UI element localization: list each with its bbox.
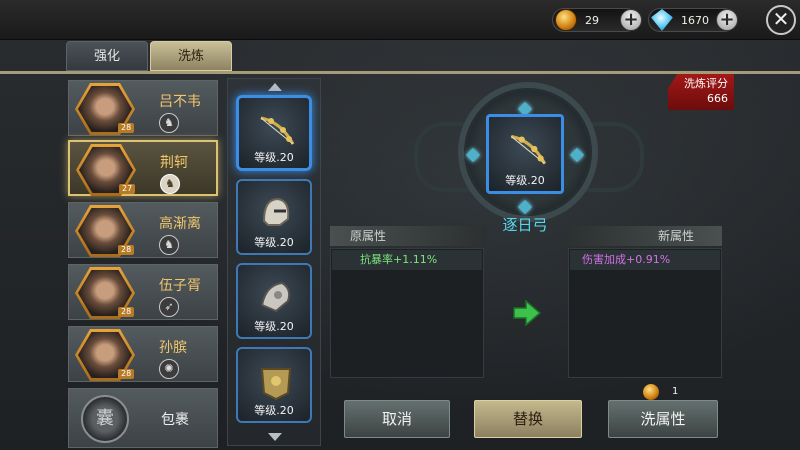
arrow-right-icon [513,299,542,327]
bag-icon: 囊 [81,395,129,443]
equip-slot-bow[interactable]: 等级.20 [236,95,312,171]
old-attributes-panel: 抗暴率+1.11% [330,248,484,378]
scroll-down-icon[interactable] [268,433,282,441]
hero-level: 28 [118,369,135,379]
diamond-count: 1670 [681,13,709,27]
add-gold-button[interactable]: + [620,9,642,31]
armor-icon [260,368,292,401]
equip-level: 等级.20 [254,320,294,333]
hero-item[interactable]: 28 伍子胥 ➶ [68,264,218,320]
hero-name: 高渐离 [159,216,201,232]
hero-name: 荆轲 [160,155,188,171]
selected-item-level: 等级.20 [505,174,545,187]
refine-attributes-button[interactable]: 洗属性 [608,400,718,438]
bag-label: 包裹 [161,412,189,428]
tab-strengthen[interactable]: 强化 [66,41,148,71]
tab-refine[interactable]: 洗炼 [150,41,232,71]
selected-item-name: 逐日弓 [502,216,548,234]
equipment-list: 等级.20 等级.20 等级.20 等级.20 [227,78,321,446]
horse-class-icon: ♞ [160,174,180,194]
pauldron-icon [260,281,291,313]
old-attribute-value: 抗暴率+1.11% [332,250,482,270]
hero-item[interactable]: 28 孙膑 ✺ [68,326,218,382]
equip-slot-armor[interactable]: 等级.20 [236,347,312,423]
hero-name: 伍子胥 [159,278,201,294]
hero-level: 28 [118,307,135,317]
equip-slot-helmet[interactable]: 等级.20 [236,179,312,255]
hero-level: 28 [118,245,135,255]
new-attribute-value: 伤害加成+0.91% [570,250,720,270]
hero-level: 27 [119,184,136,194]
hero-list: 28 吕不韦 ♞ 27 荆轲 ♞ 28 高渐离 ♞ 28 伍子胥 ➶ 28 孙膑… [66,78,220,448]
new-attributes-header: 新属性 [566,226,722,246]
new-attributes-panel: 伤害加成+0.91% [568,248,722,378]
equip-level: 等级.20 [254,151,294,164]
hero-name: 吕不韦 [159,94,201,110]
scroll-up-icon[interactable] [268,83,282,91]
selected-item-slot[interactable]: 等级.20 [486,114,564,194]
hero-item[interactable]: 28 吕不韦 ♞ [68,80,218,136]
equip-level: 等级.20 [254,404,294,417]
bag-button[interactable]: 囊 包裹 [68,388,218,448]
add-diamond-button[interactable]: + [716,9,738,31]
equip-level: 等级.20 [254,236,294,249]
hero-item[interactable]: 28 高渐离 ♞ [68,202,218,258]
close-icon: ✕ [772,7,790,31]
bow-class-icon: ➶ [159,297,179,317]
helmet-icon [262,197,290,226]
refine-cost: 1 [672,386,679,397]
tab-divider [0,71,800,74]
horse-class-icon: ♞ [159,113,179,133]
equip-slot-pauldron[interactable]: 等级.20 [236,263,312,339]
hero-item-selected[interactable]: 27 荆轲 ♞ [68,140,218,196]
old-attributes-header: 原属性 [330,226,486,246]
cancel-button[interactable]: 取消 [344,400,450,438]
replace-button[interactable]: 替换 [474,400,582,438]
diamond-icon [651,9,673,31]
bow-icon [260,116,295,145]
bow-icon [510,134,547,165]
strategist-class-icon: ✺ [159,359,179,379]
gold-egg-icon [555,9,577,31]
hero-name: 孙膑 [159,340,187,356]
horse-class-icon: ♞ [159,235,179,255]
hero-level: 28 [118,123,135,133]
gold-egg-icon [643,384,659,400]
gold-count: 29 [585,13,599,27]
close-button[interactable]: ✕ [766,5,796,35]
